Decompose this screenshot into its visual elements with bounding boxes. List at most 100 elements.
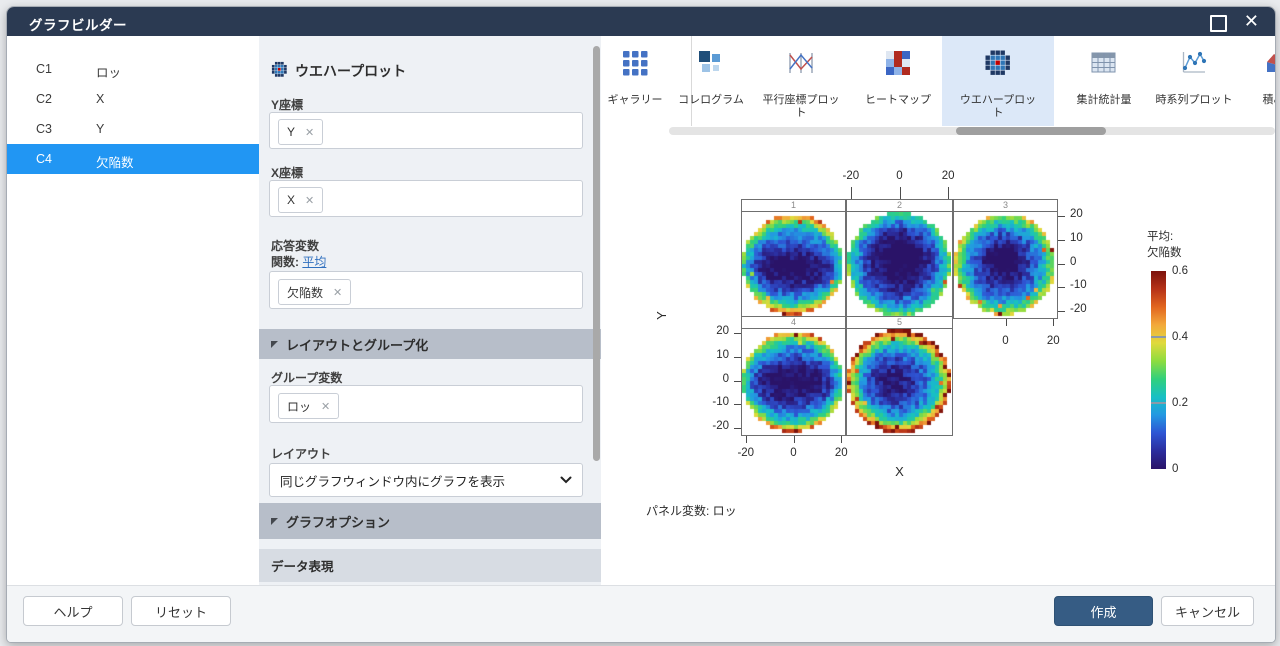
collapse-triangle-icon: [271, 518, 278, 525]
gallery-scrollbar-thumb[interactable]: [956, 127, 1106, 135]
wafer-panel-3: 3: [953, 199, 1058, 319]
collapse-triangle-icon: [271, 341, 278, 348]
plot-type-title: ウエハープロット: [295, 61, 406, 81]
wafer-panel-4: 4: [741, 316, 846, 436]
column-id: C4: [36, 152, 52, 166]
layout-label: レイアウト: [271, 445, 331, 462]
axis-tick-label: 20: [1038, 335, 1068, 347]
colorbar-title-line2: 欠陥数: [1147, 244, 1182, 260]
gallery-item-parallel[interactable]: 平行座標プロッ ト: [751, 36, 851, 126]
panel-variable-note: パネル変数: ロッ: [646, 502, 737, 519]
title-bar[interactable]: グラフビルダー ✕: [7, 7, 1275, 36]
column-row-C2[interactable]: C2X: [7, 84, 259, 114]
stacked-icon: [1229, 49, 1275, 79]
axis-tick: [734, 357, 741, 358]
gallery-item-correlogram[interactable]: コレログラム: [661, 36, 761, 126]
response-field[interactable]: 欠陥数✕: [269, 271, 583, 309]
column-row-C1[interactable]: C1ロッ: [7, 54, 259, 84]
response-label: 応答変数: [271, 237, 319, 254]
column-name: 欠陥数: [96, 152, 134, 171]
columns-panel: C1ロッC2X C3 Y C4 欠陥数: [7, 36, 260, 586]
footer-bar: ヘルプ リセット 作成 キャンセル: [7, 585, 1275, 642]
gallery-item-label: 集計統計量: [1054, 94, 1154, 107]
wafer-plot-icon: [271, 61, 288, 81]
wafer-canvas-2: [847, 212, 951, 317]
graph-builder-dialog: グラフビルダー ✕ C1ロッC2XC3YC4欠陥数 ウエハープロット Y座標 Y…: [6, 6, 1276, 643]
gallery-item-label: ギャラリー: [601, 94, 669, 107]
x-coordinate-label: X座標: [271, 164, 303, 181]
axis-tick-label: 20: [1070, 208, 1100, 220]
gallery-item-summary[interactable]: 集計統計量: [1054, 36, 1154, 126]
axis-tick-label: -10: [699, 396, 729, 408]
gallery-item-heatmap[interactable]: ヒートマップ: [848, 36, 948, 126]
axis-tick-label: -20: [699, 420, 729, 432]
colorbar-gradient: [1151, 271, 1166, 469]
x-axis-title: X: [841, 464, 958, 479]
wafer-canvas-5: [847, 329, 951, 434]
axis-tick-label: 20: [699, 325, 729, 337]
y-chip[interactable]: Y✕: [278, 119, 323, 145]
axis-tick-label: -20: [836, 170, 866, 182]
close-icon[interactable]: ✕: [1244, 10, 1259, 32]
group-variable-field[interactable]: ロッ✕: [269, 385, 583, 423]
column-row-C3[interactable]: C3 Y: [7, 114, 259, 144]
gallery-item-stacked[interactable]: 積み上 ラ: [1229, 36, 1275, 126]
panel-header-label: 4: [742, 317, 845, 329]
layout-select[interactable]: 同じグラフウィンドウ内にグラフを表示: [269, 463, 583, 497]
axis-tick: [1053, 319, 1054, 326]
axis-tick-label: 10: [699, 349, 729, 361]
chevron-down-icon: [560, 476, 572, 484]
chip-remove-icon[interactable]: ✕: [305, 194, 314, 207]
cancel-button[interactable]: キャンセル: [1161, 596, 1254, 626]
help-button[interactable]: ヘルプ: [23, 596, 123, 626]
axis-tick: [734, 404, 741, 405]
wafer-icon: [942, 49, 1054, 79]
gallery-item-wafer[interactable]: ウエハープロッ ト: [942, 36, 1054, 126]
y-axis-title: Y: [654, 311, 669, 320]
settings-scrollbar[interactable]: [593, 46, 600, 461]
group-chip[interactable]: ロッ✕: [278, 393, 339, 419]
colorbar-tick: [1151, 336, 1166, 338]
section-layout-grouping[interactable]: レイアウトとグループ化: [259, 329, 601, 359]
y-coordinate-field[interactable]: Y✕: [269, 112, 583, 149]
reset-button[interactable]: リセット: [131, 596, 231, 626]
panel-header-label: 1: [742, 200, 845, 212]
column-id: C1: [36, 62, 52, 76]
chip-remove-icon[interactable]: ✕: [333, 286, 342, 299]
x-coordinate-field[interactable]: X✕: [269, 180, 583, 217]
maximize-icon[interactable]: [1210, 15, 1227, 32]
column-name: Y: [96, 122, 104, 136]
axis-tick-label: 0: [699, 373, 729, 385]
wafer-panel-2: 2: [846, 199, 953, 319]
chart-area: Y X パネル変数: ロッ 平均: 欠陥数 12345-2002020100-1…: [601, 136, 1275, 586]
section-graph-options[interactable]: グラフオプション: [259, 503, 601, 539]
gallery-scrollbar-track[interactable]: [669, 127, 1275, 135]
gallery-item-gallery[interactable]: ギャラリー: [601, 36, 669, 126]
axis-tick: [1058, 216, 1065, 217]
wafer-panel-5: 5: [846, 316, 953, 436]
column-id: C3: [36, 122, 52, 136]
x-chip[interactable]: X✕: [278, 187, 323, 213]
axis-tick-label: -20: [1070, 303, 1100, 315]
function-link[interactable]: 平均: [302, 255, 326, 269]
chip-remove-icon[interactable]: ✕: [321, 400, 330, 413]
axis-tick: [1058, 287, 1065, 288]
create-button[interactable]: 作成: [1054, 596, 1153, 626]
colorbar-tick-label: 0.6: [1172, 265, 1188, 277]
axis-tick-label: 20: [826, 447, 856, 459]
response-chip[interactable]: 欠陥数✕: [278, 279, 351, 305]
wafer-canvas-3: [954, 212, 1056, 317]
function-line: 関数: 平均: [271, 253, 326, 270]
chip-remove-icon[interactable]: ✕: [305, 126, 314, 139]
axis-tick: [1006, 319, 1007, 326]
summary-icon: [1054, 49, 1154, 79]
group-variable-label: グループ変数: [271, 369, 342, 386]
column-row-C4[interactable]: C4 欠陥数: [7, 144, 259, 174]
gallery-icon: [601, 49, 669, 79]
axis-tick: [1058, 311, 1065, 312]
column-id: C2: [36, 92, 52, 106]
parallel-icon: [751, 49, 851, 79]
colorbar-tick-label: 0: [1172, 463, 1178, 475]
panel-header-label: 5: [847, 317, 952, 329]
screen: グラフビルダー ✕ C1ロッC2XC3YC4欠陥数 ウエハープロット Y座標 Y…: [0, 0, 1280, 646]
